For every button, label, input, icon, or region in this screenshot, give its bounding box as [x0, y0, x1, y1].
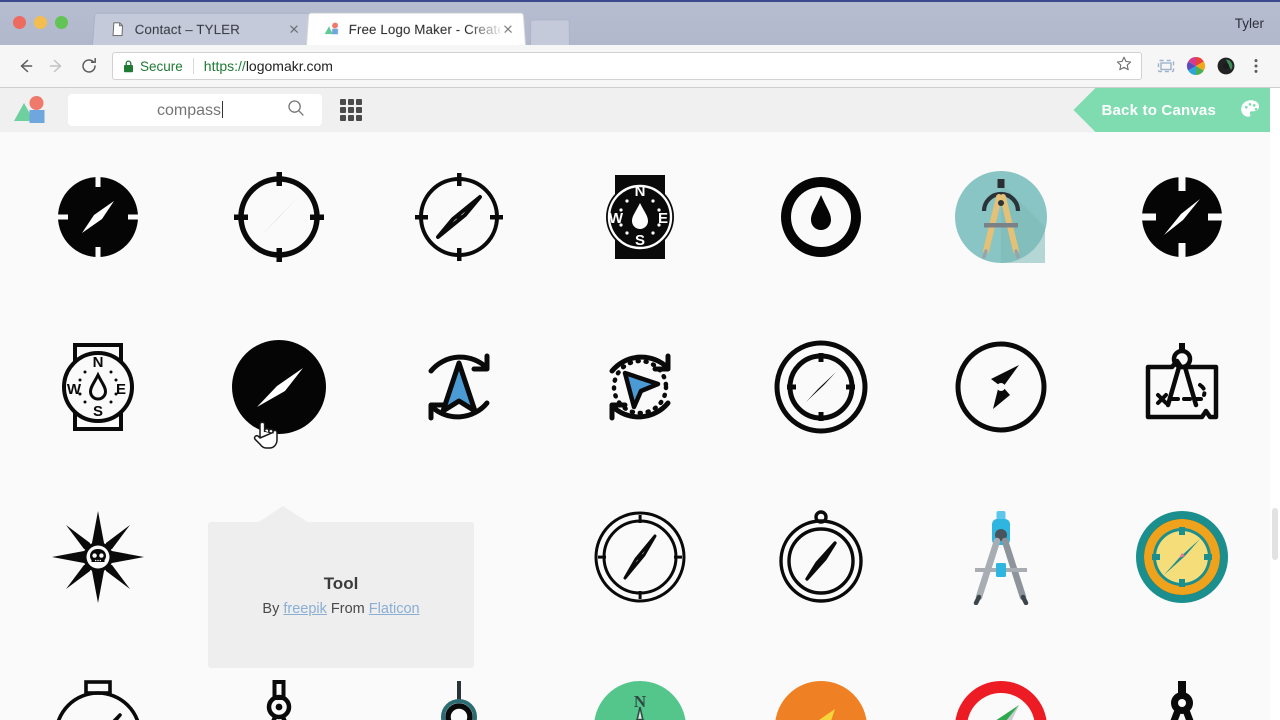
tooltip-from-text: From	[326, 600, 369, 617]
icon-compass-green-nwe[interactable]: N W E	[550, 642, 731, 720]
icon-compass-needle-black-circle[interactable]	[189, 302, 370, 472]
back-to-canvas-label: Back to Canvas	[1101, 101, 1216, 119]
search-input[interactable]: compass	[68, 94, 322, 126]
new-tab-button[interactable]	[530, 19, 570, 45]
back-to-canvas-button[interactable]: Back to Canvas	[1073, 88, 1280, 132]
dark-circle-icon[interactable]	[1212, 52, 1240, 80]
maximize-window-button[interactable]	[55, 16, 68, 29]
svg-text:N: N	[93, 354, 104, 371]
icon-compass-filled-black[interactable]	[8, 132, 189, 302]
icon-compass-arrow-circle[interactable]	[911, 302, 1092, 472]
icon-compass-pin-top[interactable]	[730, 472, 911, 642]
scrollbar-thumb[interactable]	[1272, 508, 1278, 560]
browser-window: Contact – TYLER Free Logo Maker - Create…	[0, 0, 1280, 720]
tab-strip: Contact – TYLER Free Logo Maker - Create…	[92, 0, 570, 45]
color-wheel-icon[interactable]	[1182, 52, 1210, 80]
icon-results-grid: N S W E N S W E N	[0, 132, 1280, 720]
icon-compass-nwes-square[interactable]: N S W E	[550, 132, 731, 302]
tab-title: Contact – TYLER	[134, 21, 241, 37]
reload-icon[interactable]	[74, 51, 104, 81]
icon-compass-double-ring[interactable]	[730, 302, 911, 472]
cast-icon[interactable]	[1152, 52, 1180, 80]
close-window-button[interactable]	[13, 16, 26, 29]
text-cursor	[222, 100, 224, 118]
url-scheme: https://	[203, 58, 246, 74]
svg-text:S: S	[635, 232, 645, 249]
magnifier-icon[interactable]	[286, 98, 316, 123]
svg-text:N: N	[635, 183, 646, 200]
author-link[interactable]: freepik	[283, 601, 327, 617]
icon-divider-compass-teal[interactable]	[911, 132, 1092, 302]
security-status-label: Secure	[140, 58, 183, 74]
grid-view-icon[interactable]	[340, 99, 362, 121]
lock-icon	[123, 59, 134, 73]
icon-compass-pocket-watch[interactable]	[8, 642, 189, 720]
icon-compass-outline-ticks[interactable]	[189, 132, 370, 302]
source-link[interactable]: Flaticon	[369, 601, 420, 617]
tab-contact-tyler[interactable]: Contact – TYLER	[92, 12, 312, 45]
icon-compass-thin-needle[interactable]	[550, 472, 731, 642]
page-scrollbar[interactable]	[1270, 88, 1280, 720]
profile-name[interactable]: Tyler	[1235, 16, 1264, 31]
browser-toolbar: Secure https://logomakr.com	[0, 45, 1280, 88]
tooltip-by-prefix: By	[262, 600, 284, 617]
logomakr-icon	[323, 21, 340, 37]
app-toolbar: compass Back to Canvas	[0, 88, 1280, 132]
icon-divider-compass-blue[interactable]	[911, 472, 1092, 642]
document-icon	[109, 21, 126, 37]
svg-text:E: E	[116, 381, 126, 398]
address-bar[interactable]: Secure https://logomakr.com	[112, 52, 1142, 80]
close-icon[interactable]	[500, 21, 517, 37]
icon-compass-rose-skull[interactable]	[8, 472, 189, 642]
back-arrow-icon[interactable]	[10, 51, 40, 81]
icon-compass-red-ring[interactable]	[911, 642, 1092, 720]
logomakr-logo[interactable]	[12, 95, 54, 125]
icon-compass-orange-arrow[interactable]	[730, 642, 911, 720]
icon-treasure-map-divider[interactable]	[1091, 302, 1272, 472]
minimize-window-button[interactable]	[34, 16, 47, 29]
close-icon[interactable]	[286, 21, 303, 37]
forward-arrow-icon	[42, 51, 72, 81]
tooltip-title: Tool	[323, 573, 359, 593]
icon-divider-compass-black[interactable]	[1091, 642, 1272, 720]
window-controls	[13, 16, 68, 29]
icon-compass-filled-inverted[interactable]	[1091, 132, 1272, 302]
divider	[192, 58, 194, 74]
page-content: compass Back to Canvas N S W E N S W E N…	[0, 88, 1280, 720]
url-host: logomakr.com	[245, 58, 333, 74]
icon-compass-teal-orange[interactable]	[1091, 472, 1272, 642]
svg-text:S: S	[93, 403, 103, 420]
icon-compass-diamond-needle[interactable]	[369, 132, 550, 302]
palette-icon[interactable]	[1238, 97, 1264, 123]
star-icon[interactable]	[1115, 55, 1133, 78]
icon-navigation-arrow-refresh[interactable]	[369, 302, 550, 472]
icon-attribution-tooltip: Tool By freepik From Flaticon	[208, 506, 474, 668]
url-text: https://logomakr.com	[204, 58, 1109, 74]
tooltip-attribution: By freepik From Flaticon	[262, 601, 419, 617]
icon-navigation-cursor-dotted[interactable]	[550, 302, 731, 472]
icon-compass-watch-nwes[interactable]: N S W E	[8, 302, 189, 472]
icon-compass-ring-pointer[interactable]	[730, 132, 911, 302]
search-value: compass	[156, 100, 224, 119]
tab-free-logo-maker[interactable]: Free Logo Maker - Create your	[306, 12, 526, 45]
three-dot-menu-icon[interactable]	[1242, 52, 1270, 80]
title-bar: Contact – TYLER Free Logo Maker - Create…	[0, 0, 1280, 45]
tab-title: Free Logo Maker - Create your	[348, 21, 501, 37]
